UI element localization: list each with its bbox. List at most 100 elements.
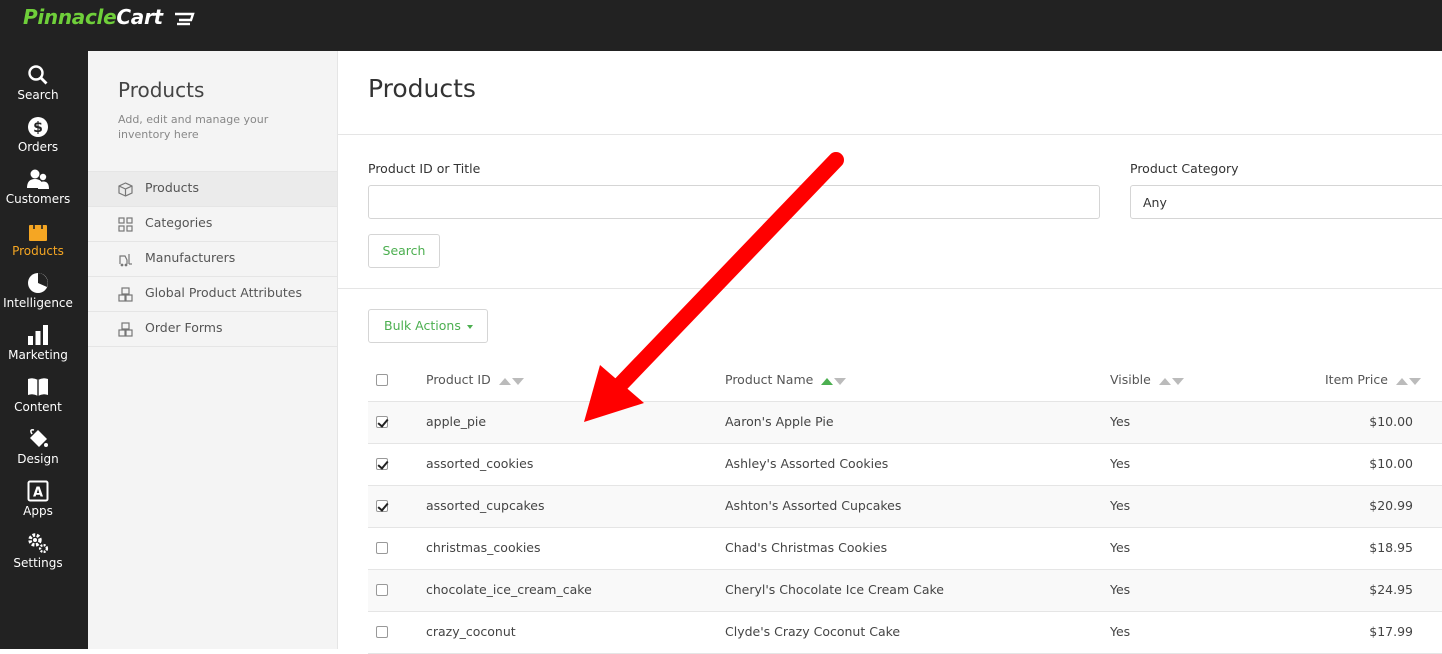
product-id-label: Product ID or Title (368, 161, 481, 176)
subnav-label: Order Forms (145, 320, 223, 335)
cell-product-id[interactable]: assorted_cookies (426, 456, 533, 471)
row-checkbox[interactable] (376, 500, 388, 512)
forklift-icon (119, 254, 132, 267)
subnav-item-categories[interactable]: Categories (88, 207, 337, 242)
nav-design[interactable]: Design (0, 415, 76, 467)
cell-item-price: $24.95 (1369, 582, 1413, 597)
subnav-item-global-product-attributes[interactable]: Global Product Attributes (88, 277, 337, 312)
cell-visible: Yes (1110, 498, 1131, 513)
table-row[interactable]: assorted_cookies Ashley's Assorted Cooki… (368, 444, 1442, 486)
divider (338, 288, 1442, 289)
table-row[interactable]: chocolate_ice_cream_cake Cheryl's Chocol… (368, 570, 1442, 612)
bulk-actions-label: Bulk Actions (384, 318, 461, 333)
page-title: Products (368, 74, 476, 103)
row-checkbox[interactable] (376, 416, 388, 428)
nav-content[interactable]: Content (0, 363, 76, 415)
header-visible[interactable]: Visible (1110, 372, 1184, 388)
cell-item-price: $10.00 (1369, 456, 1413, 471)
cell-product-name[interactable]: Cheryl's Chocolate Ice Cream Cake (725, 582, 944, 597)
products-subnav: Products Add, edit and manage your inven… (88, 51, 338, 649)
cell-product-name[interactable]: Chad's Christmas Cookies (725, 540, 887, 555)
subnav-label: Manufacturers (145, 250, 236, 265)
table-row[interactable]: apple_pie Aaron's Apple Pie Yes $10.00 (368, 402, 1442, 444)
cell-product-id[interactable]: chocolate_ice_cream_cake (426, 582, 592, 597)
row-checkbox[interactable] (376, 584, 388, 596)
table-header: Product ID Product Name Visible Item Pri… (368, 359, 1442, 402)
cell-product-name[interactable]: Aaron's Apple Pie (725, 414, 834, 429)
nav-label-customers: Customers (5, 192, 71, 206)
cell-product-name[interactable]: Clyde's Crazy Coconut Cake (725, 624, 900, 639)
table-row[interactable]: christmas_cookies Chad's Christmas Cooki… (368, 528, 1442, 570)
bar-chart-icon (28, 325, 48, 345)
table-row[interactable]: assorted_cupcakes Ashton's Assorted Cupc… (368, 486, 1442, 528)
subnav-list: Products Categories Manufacturers Global… (88, 171, 337, 347)
nav-label-search: Search (17, 88, 59, 102)
row-checkbox[interactable] (376, 626, 388, 638)
nav-orders[interactable]: $ Orders (0, 103, 76, 155)
nav-apps[interactable]: A Apps (0, 467, 76, 519)
boxes-icon (118, 322, 133, 337)
row-checkbox[interactable] (376, 542, 388, 554)
cell-product-name[interactable]: Ashton's Assorted Cupcakes (725, 498, 901, 513)
cell-visible: Yes (1110, 582, 1131, 597)
cell-visible: Yes (1110, 540, 1131, 555)
subnav-item-order-forms[interactable]: Order Forms (88, 312, 337, 347)
nav-products[interactable]: Products (0, 207, 76, 259)
pie-chart-icon (28, 273, 48, 293)
paint-bucket-icon (30, 429, 48, 447)
cell-product-name[interactable]: Ashley's Assorted Cookies (725, 456, 888, 471)
left-nav: Search $ Orders Customers Products Intel… (0, 51, 88, 649)
cart-logo-icon (175, 12, 196, 25)
main-content: Products Product ID or Title Product Cat… (338, 51, 1442, 654)
sort-icon[interactable] (1158, 373, 1184, 388)
grid-icon (118, 217, 133, 232)
cell-product-id[interactable]: assorted_cupcakes (426, 498, 545, 513)
sort-icon[interactable] (1395, 373, 1421, 388)
cell-item-price: $18.95 (1369, 540, 1413, 555)
product-id-input[interactable] (368, 185, 1100, 219)
pinnaclecart-logo[interactable]: PinnacleCart (23, 5, 197, 29)
cell-item-price: $10.00 (1369, 414, 1413, 429)
sort-asc-icon[interactable] (821, 373, 847, 388)
cell-visible: Yes (1110, 624, 1131, 639)
boxes-icon (118, 287, 133, 302)
subnav-label: Global Product Attributes (145, 285, 302, 300)
nav-search[interactable]: Search (0, 51, 76, 103)
divider (338, 134, 1442, 135)
top-bar: PinnacleCart (0, 0, 1442, 51)
sort-icon[interactable] (498, 373, 524, 388)
select-all-checkbox[interactable] (376, 374, 388, 386)
nav-label-products: Products (12, 244, 64, 258)
cell-visible: Yes (1110, 456, 1131, 471)
product-category-select[interactable]: Any (1130, 185, 1442, 219)
app-icon: A (27, 480, 49, 502)
shopping-bag-icon (29, 221, 47, 241)
nav-customers[interactable]: Customers (0, 155, 76, 207)
chevron-down-icon (467, 325, 473, 329)
svg-text:A: A (33, 486, 43, 501)
cell-item-price: $17.99 (1369, 624, 1413, 639)
nav-marketing[interactable]: Marketing (0, 311, 76, 363)
cell-product-id[interactable]: christmas_cookies (426, 540, 541, 555)
nav-label-apps: Apps (23, 504, 53, 518)
bulk-actions-button[interactable]: Bulk Actions (368, 309, 488, 343)
users-icon (27, 169, 49, 189)
search-button[interactable]: Search (368, 234, 440, 268)
cell-product-id[interactable]: apple_pie (426, 414, 486, 429)
nav-intelligence[interactable]: Intelligence (0, 259, 76, 311)
table-row[interactable]: crazy_coconut Clyde's Crazy Coconut Cake… (368, 612, 1442, 654)
subnav-description: Add, edit and manage your inventory here (118, 113, 269, 141)
nav-label-marketing: Marketing (8, 348, 68, 362)
row-checkbox[interactable] (376, 458, 388, 470)
cell-product-id[interactable]: crazy_coconut (426, 624, 516, 639)
header-product-name[interactable]: Product Name (725, 372, 847, 388)
nav-settings[interactable]: Settings (0, 519, 76, 571)
cell-visible: Yes (1110, 414, 1131, 429)
svg-text:$: $ (33, 120, 43, 136)
subnav-item-manufacturers[interactable]: Manufacturers (88, 242, 337, 277)
header-product-id[interactable]: Product ID (426, 372, 524, 388)
subnav-item-products[interactable]: Products (88, 172, 337, 207)
nav-label-content: Content (14, 400, 62, 414)
header-item-price[interactable]: Item Price (1325, 372, 1421, 388)
dollar-icon: $ (28, 117, 48, 137)
